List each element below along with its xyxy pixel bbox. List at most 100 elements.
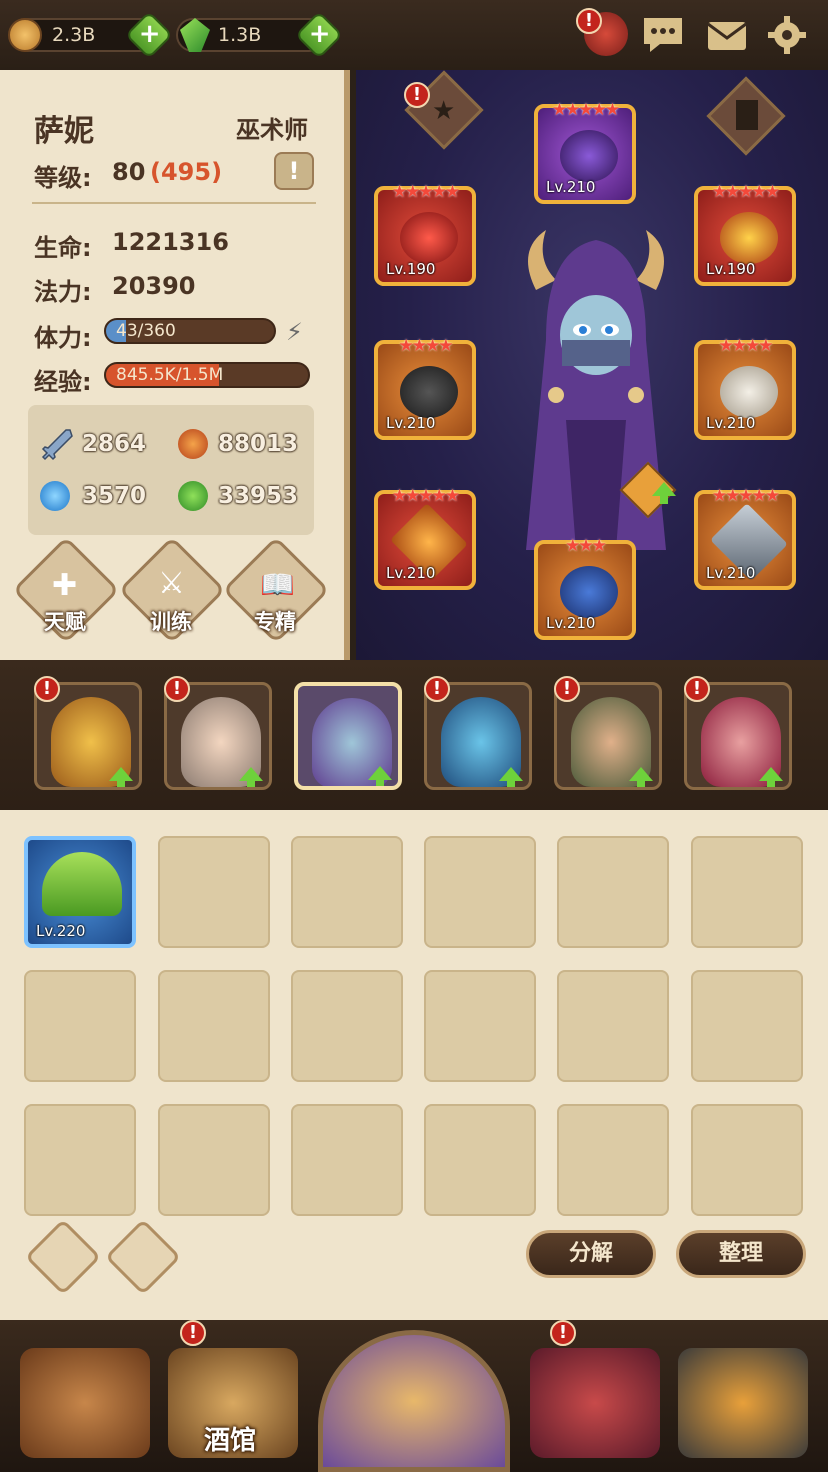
equip-level: Lv.210 xyxy=(706,564,756,582)
ring-icon xyxy=(720,212,778,264)
inventory-slot[interactable] xyxy=(691,836,803,948)
equip-stars: ★★★ xyxy=(565,536,607,556)
upgrade-arrow-icon xyxy=(239,767,263,787)
talent-plus-icon: ✚ xyxy=(52,568,78,603)
adventure-portal-icon[interactable] xyxy=(318,1330,510,1472)
alert-icon: ! xyxy=(424,676,450,702)
info-button[interactable]: ! xyxy=(274,152,314,190)
bottom-navigation: 酒馆 ! ! xyxy=(0,1320,828,1472)
upgrade-arrow-icon xyxy=(759,767,783,787)
gold-amount: 2.3B xyxy=(52,24,96,46)
tavern-label: 酒馆 xyxy=(204,1426,257,1456)
equip-weapon[interactable]: ★★★★★ Lv.210 xyxy=(374,486,476,590)
equip-ring[interactable]: ★★★★★ Lv.190 xyxy=(694,182,796,286)
alert-icon: ! xyxy=(576,8,602,34)
cloak-icon xyxy=(720,366,778,418)
book-icon: 📖 xyxy=(260,568,295,601)
level-label: 等级: xyxy=(34,164,92,192)
mail-icon[interactable] xyxy=(704,12,750,58)
equip-stars: ★★★★★ xyxy=(711,486,780,506)
alert-icon: ! xyxy=(180,1320,206,1346)
equip-level: Lv.210 xyxy=(706,414,756,432)
alert-icon: ! xyxy=(404,82,430,108)
fire-icon xyxy=(178,429,208,459)
equip-amulet[interactable]: ★★★★★ Lv.190 xyxy=(374,182,476,286)
inventory-slot[interactable] xyxy=(557,836,669,948)
inventory-slot[interactable] xyxy=(557,970,669,1082)
exp-label: 经验: xyxy=(34,368,92,396)
inventory-slot[interactable] xyxy=(24,1104,136,1216)
equip-stars: ★★★★★ xyxy=(711,182,780,202)
inventory-slot[interactable] xyxy=(158,1104,270,1216)
equip-cloak[interactable]: ★★★★ Lv.210 xyxy=(694,336,796,440)
upgrade-arrow-icon xyxy=(629,767,653,787)
inventory-slot[interactable] xyxy=(158,836,270,948)
inventory-slot[interactable] xyxy=(291,1104,403,1216)
exp-bar: 845.5K/1.5M xyxy=(104,362,310,388)
chat-icon[interactable] xyxy=(640,12,686,58)
nature-icon xyxy=(178,481,208,511)
wizard-hat-icon xyxy=(560,130,618,182)
equip-level: Lv.210 xyxy=(546,614,596,632)
inventory-slot[interactable] xyxy=(557,1104,669,1216)
divider xyxy=(32,202,316,204)
inventory-slot[interactable] xyxy=(291,836,403,948)
inventory-slot[interactable] xyxy=(424,970,536,1082)
equip-armor[interactable]: ★★★★★ Lv.210 xyxy=(694,486,796,590)
upgrade-arrow-icon xyxy=(652,482,676,504)
upgrade-arrow-icon xyxy=(368,766,392,786)
amulet-icon xyxy=(400,212,458,264)
alert-icon: ! xyxy=(34,676,60,702)
gloves-icon xyxy=(400,366,458,418)
equip-level: Lv.210 xyxy=(546,178,596,196)
forge-anvil-icon[interactable] xyxy=(678,1348,808,1458)
gem-icon xyxy=(180,18,210,52)
sword-icon xyxy=(40,427,74,461)
mp-label: 法力: xyxy=(34,278,92,306)
hero-slot-3-selected[interactable] xyxy=(294,682,402,790)
gold-coin-icon xyxy=(8,18,42,52)
settings-gear-icon[interactable] xyxy=(764,12,810,58)
inventory-slot[interactable] xyxy=(158,970,270,1082)
fire-value: 88013 xyxy=(218,431,299,457)
decompose-button[interactable]: 分解 xyxy=(526,1230,656,1278)
frost-icon xyxy=(40,481,70,511)
inventory-slot[interactable] xyxy=(691,1104,803,1216)
treasure-chest-icon[interactable] xyxy=(530,1348,660,1458)
lightning-icon[interactable]: ⚡ xyxy=(286,318,303,346)
hero-portrait[interactable] xyxy=(506,220,686,580)
equip-boots[interactable]: ★★★ Lv.210 xyxy=(534,536,636,640)
stamina-text: 43/360 xyxy=(116,321,176,341)
mastery-label: 专精 xyxy=(254,610,296,634)
armor-filter-button[interactable] xyxy=(24,1218,102,1296)
inventory-slot[interactable] xyxy=(424,836,536,948)
hero-name: 萨妮 xyxy=(34,114,94,149)
inventory-item-helmet[interactable]: Lv.220 xyxy=(24,836,136,948)
inventory-slot[interactable] xyxy=(291,970,403,1082)
equip-stars: ★★★★★ xyxy=(551,100,620,120)
equip-gloves[interactable]: ★★★★ Lv.210 xyxy=(374,336,476,440)
inventory-slot[interactable] xyxy=(24,970,136,1082)
alert-icon: ! xyxy=(554,676,580,702)
stamina-label: 体力: xyxy=(34,324,92,352)
level-bonus: (495) xyxy=(150,158,223,186)
inventory-panel: Lv.220 分解 整理 xyxy=(0,810,828,1320)
inventory-slot[interactable] xyxy=(424,1104,536,1216)
exp-text: 845.5K/1.5M xyxy=(116,365,224,385)
talent-label: 天赋 xyxy=(44,610,86,634)
material-filter-button[interactable] xyxy=(104,1218,182,1296)
town-house-icon[interactable] xyxy=(20,1348,150,1458)
bookmark-icon xyxy=(736,100,758,130)
frost-value: 3570 xyxy=(82,483,147,509)
inventory-slot[interactable] xyxy=(691,970,803,1082)
upgrade-arrow-icon xyxy=(499,767,523,787)
hp-label: 生命: xyxy=(34,234,92,262)
equip-level: Lv.190 xyxy=(706,260,756,278)
item-level: Lv.220 xyxy=(36,922,86,940)
attribute-box: 2864 88013 3570 33953 xyxy=(28,405,314,535)
equip-level: Lv.210 xyxy=(386,414,436,432)
sort-button[interactable]: 整理 xyxy=(676,1230,806,1278)
gem-amount: 1.3B xyxy=(218,24,262,46)
equip-hat[interactable]: ★★★★★ Lv.210 xyxy=(534,100,636,204)
equip-stars: ★★★★★ xyxy=(391,486,460,506)
